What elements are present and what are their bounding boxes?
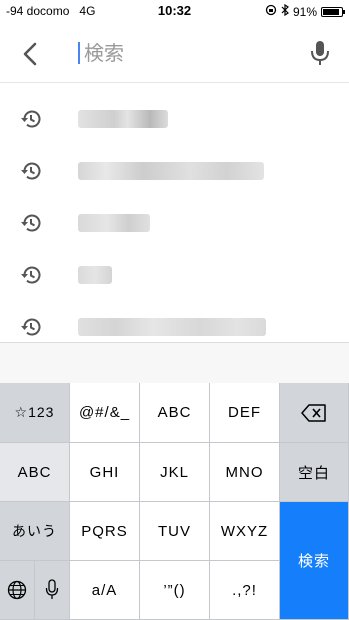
history-item-blurred-text — [78, 318, 266, 336]
microphone-icon — [45, 579, 59, 599]
back-arrow-icon — [23, 42, 37, 66]
key-quotes-parens[interactable]: ’”() — [140, 561, 210, 620]
history-item[interactable] — [0, 146, 349, 194]
microphone-icon — [311, 41, 329, 65]
back-button[interactable] — [14, 38, 46, 70]
key-tuv[interactable]: TUV — [140, 502, 210, 561]
history-item-blurred-text — [78, 266, 112, 284]
history-item-blurred-text — [78, 110, 168, 128]
globe-key[interactable] — [0, 561, 35, 620]
search-bar — [0, 22, 349, 83]
search-input[interactable] — [82, 36, 286, 70]
key-kana-mode[interactable]: あいう — [0, 502, 70, 561]
battery-fill — [323, 8, 339, 15]
dictation-key[interactable] — [35, 561, 70, 620]
key-pqrs[interactable]: PQRS — [70, 502, 140, 561]
history-item[interactable] — [0, 250, 349, 298]
history-icon — [18, 210, 44, 236]
globe-icon — [7, 580, 27, 600]
delete-key[interactable] — [280, 383, 349, 443]
delete-icon — [301, 403, 326, 422]
history-item-blurred-text — [78, 162, 264, 180]
history-icon — [18, 314, 44, 340]
key-mno[interactable]: MNO — [210, 443, 280, 502]
history-item-blurred-text — [78, 214, 150, 232]
battery-percent: 91% — [292, 4, 317, 19]
key-alphabet-mode[interactable]: ABC — [0, 443, 70, 502]
space-key[interactable]: 空白 — [280, 443, 349, 502]
key-abc[interactable]: ABC — [140, 383, 210, 443]
search-history-list — [0, 94, 349, 342]
key-ghi[interactable]: GHI — [70, 443, 140, 502]
history-item[interactable] — [0, 302, 349, 342]
search-key[interactable]: 検索 — [280, 502, 349, 620]
history-icon — [18, 262, 44, 288]
key-punctuation[interactable]: .,?! — [210, 561, 280, 620]
voice-search-button[interactable] — [308, 38, 332, 68]
key-symbols[interactable]: ☆123 — [0, 383, 70, 443]
key-wxyz[interactable]: WXYZ — [210, 502, 280, 561]
key-symbol-punct[interactable]: @#/&_ — [70, 383, 140, 443]
search-field[interactable] — [78, 36, 288, 70]
history-item[interactable] — [0, 198, 349, 246]
keyboard: ☆123 @#/&_ ABC DEF ABC GHI JKL MNO 空白 あい… — [0, 383, 349, 620]
key-jkl[interactable]: JKL — [140, 443, 210, 502]
bluetooth-icon — [281, 3, 289, 19]
battery-icon — [321, 6, 345, 17]
status-bar: -94 docomo 4G 10:32 91% — [0, 0, 349, 22]
history-item[interactable] — [0, 94, 349, 142]
key-def[interactable]: DEF — [210, 383, 280, 443]
empty-area — [0, 343, 349, 383]
key-case-toggle[interactable]: a/A — [70, 561, 140, 620]
history-icon — [18, 106, 44, 132]
text-cursor — [78, 42, 80, 64]
orientation-lock-icon — [265, 4, 277, 19]
history-icon — [18, 158, 44, 184]
status-right: 91% — [265, 3, 345, 19]
